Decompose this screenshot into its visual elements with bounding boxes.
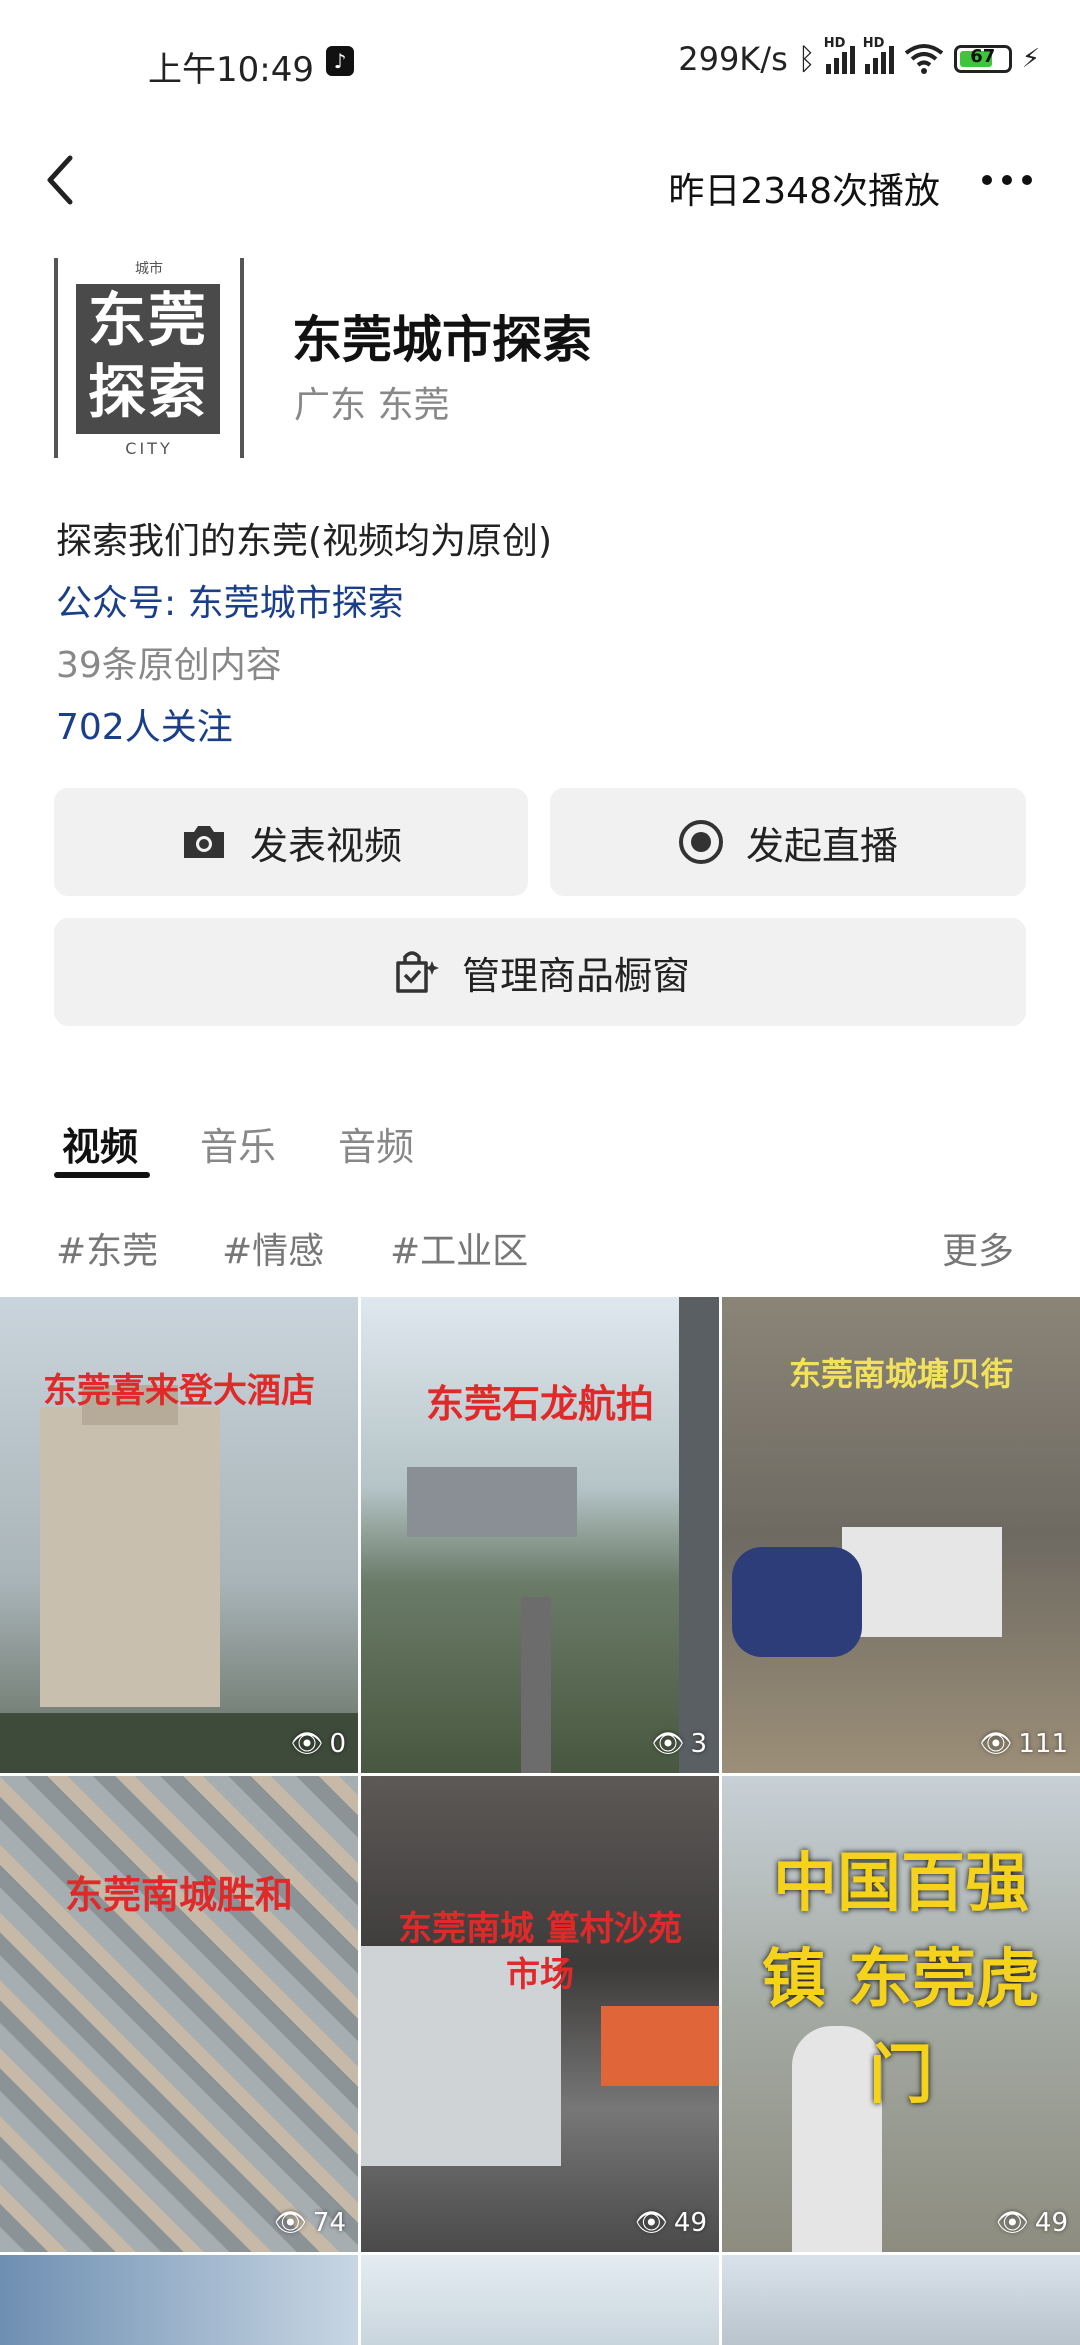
charging-icon: ⚡ xyxy=(1021,44,1040,74)
bluetooth-icon: ᛒ xyxy=(797,41,816,77)
eye-icon: 👁 xyxy=(634,2208,668,2238)
tag-filter-row: #东莞 #情感 #工业区 更多 xyxy=(0,1222,1080,1282)
view-count: 👁 49 xyxy=(634,2208,707,2238)
video-thumbnail[interactable] xyxy=(361,2255,719,2345)
video-title: 东莞南城塘贝街 xyxy=(788,1355,1013,1393)
video-title: 东莞南城胜和 xyxy=(64,1873,293,1917)
view-count: 👁 111 xyxy=(979,1729,1068,1759)
camera-icon xyxy=(183,826,224,858)
status-time: 上午10:49 xyxy=(148,50,314,90)
video-thumbnail[interactable]: 东莞南城胜和 👁 74 xyxy=(0,1776,358,2252)
followers-link[interactable]: 702人关注 xyxy=(56,698,233,750)
signal-icon-2: HD xyxy=(863,36,894,74)
live-icon xyxy=(678,820,723,864)
video-thumbnail[interactable]: 中国百强镇 东莞虎门 👁 49 xyxy=(722,1776,1080,2252)
start-live-button[interactable]: 发起直播 xyxy=(550,788,1026,896)
video-title: 东莞南城 篁村沙苑市场 xyxy=(398,1909,682,1995)
video-thumbnail[interactable]: 东莞南城塘贝街 👁 111 xyxy=(722,1297,1080,1773)
official-account-link[interactable]: 公众号: 东莞城市探索 xyxy=(56,574,404,626)
tag-dongguan[interactable]: #东莞 xyxy=(56,1222,158,1274)
manage-shop-button[interactable]: 管理商品橱窗 xyxy=(54,918,1026,1026)
network-speed: 299K/s xyxy=(678,40,788,78)
tag-emotion[interactable]: #情感 xyxy=(222,1222,324,1274)
video-thumbnail[interactable] xyxy=(0,2255,358,2345)
content-tabs: 视频 音乐 音频 xyxy=(0,1110,1080,1190)
more-icon[interactable] xyxy=(982,160,1042,200)
eye-icon: 👁 xyxy=(290,1729,324,1759)
video-title: 中国百强镇 东莞虎门 xyxy=(761,1847,1041,2113)
back-icon[interactable] xyxy=(38,150,88,210)
tag-industrial[interactable]: #工业区 xyxy=(390,1222,528,1274)
shopping-bag-icon xyxy=(396,951,439,993)
view-count: 👁 3 xyxy=(651,1729,707,1759)
profile-bio: 探索我们的东莞(视频均为原创) xyxy=(56,521,553,562)
battery-icon: 67 xyxy=(953,45,1012,73)
video-thumbnail[interactable]: 东莞石龙航拍 👁 3 xyxy=(361,1297,719,1773)
avatar[interactable]: 城市 东莞 探索 CITY xyxy=(54,258,244,458)
top-bar: 昨日2348次播放 xyxy=(0,130,1080,230)
profile-location: 广东 东莞 xyxy=(294,385,450,426)
eye-icon: 👁 xyxy=(651,1729,685,1759)
eye-icon: 👁 xyxy=(995,2208,1029,2238)
tab-audio[interactable]: 音频 xyxy=(338,1116,414,1171)
tags-more-button[interactable]: 更多 xyxy=(942,1222,1014,1274)
video-thumbnail[interactable]: 东莞喜来登大酒店 👁 0 xyxy=(0,1297,358,1773)
wifi-icon xyxy=(904,44,943,74)
status-right: 299K/s ᛒ HD HD 67 ⚡ xyxy=(678,36,1040,78)
video-title: 东莞石龙航拍 xyxy=(425,1382,654,1426)
original-count: 39条原创内容 xyxy=(56,645,282,686)
tiktok-icon: ♪ xyxy=(326,46,354,76)
eye-icon: 👁 xyxy=(979,1729,1013,1759)
tab-music[interactable]: 音乐 xyxy=(200,1116,276,1171)
status-bar: 上午10:49 ♪ 299K/s ᛒ HD HD 67 ⚡ xyxy=(0,0,1080,130)
view-count: 👁 74 xyxy=(273,2208,346,2238)
profile-name: 东莞城市探索 xyxy=(292,311,592,369)
eye-icon: 👁 xyxy=(273,2208,307,2238)
signal-icon: HD xyxy=(824,36,855,74)
view-count: 👁 0 xyxy=(290,1729,346,1759)
publish-video-button[interactable]: 发表视频 xyxy=(54,788,528,896)
video-title: 东莞喜来登大酒店 xyxy=(43,1371,315,1411)
tab-videos[interactable]: 视频 xyxy=(62,1116,138,1171)
tab-underline xyxy=(54,1172,150,1178)
view-count: 👁 49 xyxy=(995,2208,1068,2238)
video-thumbnail[interactable] xyxy=(722,2255,1080,2345)
video-thumbnail[interactable]: 东莞南城 篁村沙苑市场 👁 49 xyxy=(361,1776,719,2252)
yesterday-plays: 昨日2348次播放 xyxy=(668,171,940,212)
